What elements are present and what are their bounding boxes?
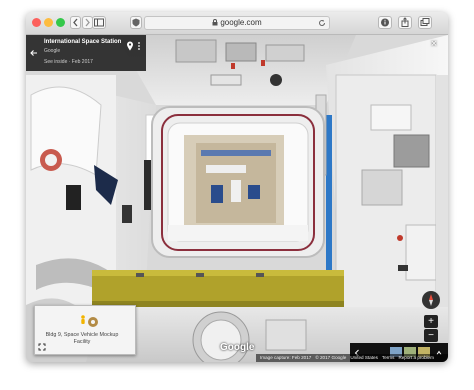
tabs-button[interactable]	[418, 16, 432, 29]
share-button[interactable]	[398, 16, 412, 29]
downloads-button[interactable]	[378, 16, 392, 29]
chevron-left-icon	[73, 18, 78, 27]
close-street-view-button[interactable]: ×	[428, 38, 440, 50]
minimap-place-label: Bldg 9, Space Vehicle Mockup Facility	[45, 332, 119, 345]
share-icon	[401, 17, 409, 27]
more-options-icon[interactable]	[137, 41, 141, 51]
info-icon	[381, 18, 389, 27]
google-watermark: Google	[220, 342, 255, 353]
terms-link[interactable]: Terms	[382, 355, 395, 360]
reload-icon[interactable]	[318, 19, 326, 27]
place-subtitle: Google	[44, 48, 61, 54]
location-minimap[interactable]: Bldg 9, Space Vehicle Mockup Facility	[34, 305, 136, 355]
zoom-window-button[interactable]	[56, 18, 65, 27]
close-window-button[interactable]	[32, 18, 41, 27]
expand-map-icon[interactable]	[38, 343, 46, 351]
sidebar-icon	[94, 18, 104, 27]
see-inside-date-link[interactable]: See inside · Feb 2017	[44, 59, 93, 65]
lock-icon	[212, 19, 218, 26]
location-pin-icon[interactable]	[126, 41, 134, 51]
shield-icon	[132, 18, 140, 27]
country-link[interactable]: United States	[350, 355, 378, 360]
back-arrow-icon[interactable]	[29, 48, 39, 58]
chevron-right-icon	[85, 18, 90, 27]
pegman-icon	[81, 315, 85, 324]
copyright-text: © 2017 Google	[315, 355, 347, 360]
street-view-panorama[interactable]: International Space Station Google See i…	[26, 35, 448, 362]
back-button[interactable]	[70, 16, 81, 29]
url-text: google.com	[220, 18, 262, 27]
zoom-in-button[interactable]: +	[424, 315, 438, 328]
place-title: International Space Station	[44, 39, 122, 45]
browser-toolbar: google.com	[26, 12, 448, 35]
browser-window: google.com International Space Station G…	[26, 12, 448, 362]
address-bar[interactable]: google.com	[144, 16, 330, 30]
attribution-footer: Image capture: Feb 2017 © 2017 Google Unit…	[256, 354, 448, 362]
privacy-button[interactable]	[130, 16, 142, 29]
image-capture-date: Image capture: Feb 2017	[260, 355, 312, 360]
minimize-window-button[interactable]	[44, 18, 53, 27]
compass-icon	[429, 294, 433, 306]
place-info-card[interactable]: International Space Station Google See i…	[26, 35, 146, 71]
zoom-out-button[interactable]: −	[424, 329, 438, 342]
sidebar-button[interactable]	[92, 16, 106, 29]
tabs-icon	[420, 18, 430, 26]
report-problem-link[interactable]: Report a problem	[398, 355, 434, 360]
place-marker-icon	[88, 317, 98, 327]
compass-button[interactable]	[422, 291, 440, 309]
